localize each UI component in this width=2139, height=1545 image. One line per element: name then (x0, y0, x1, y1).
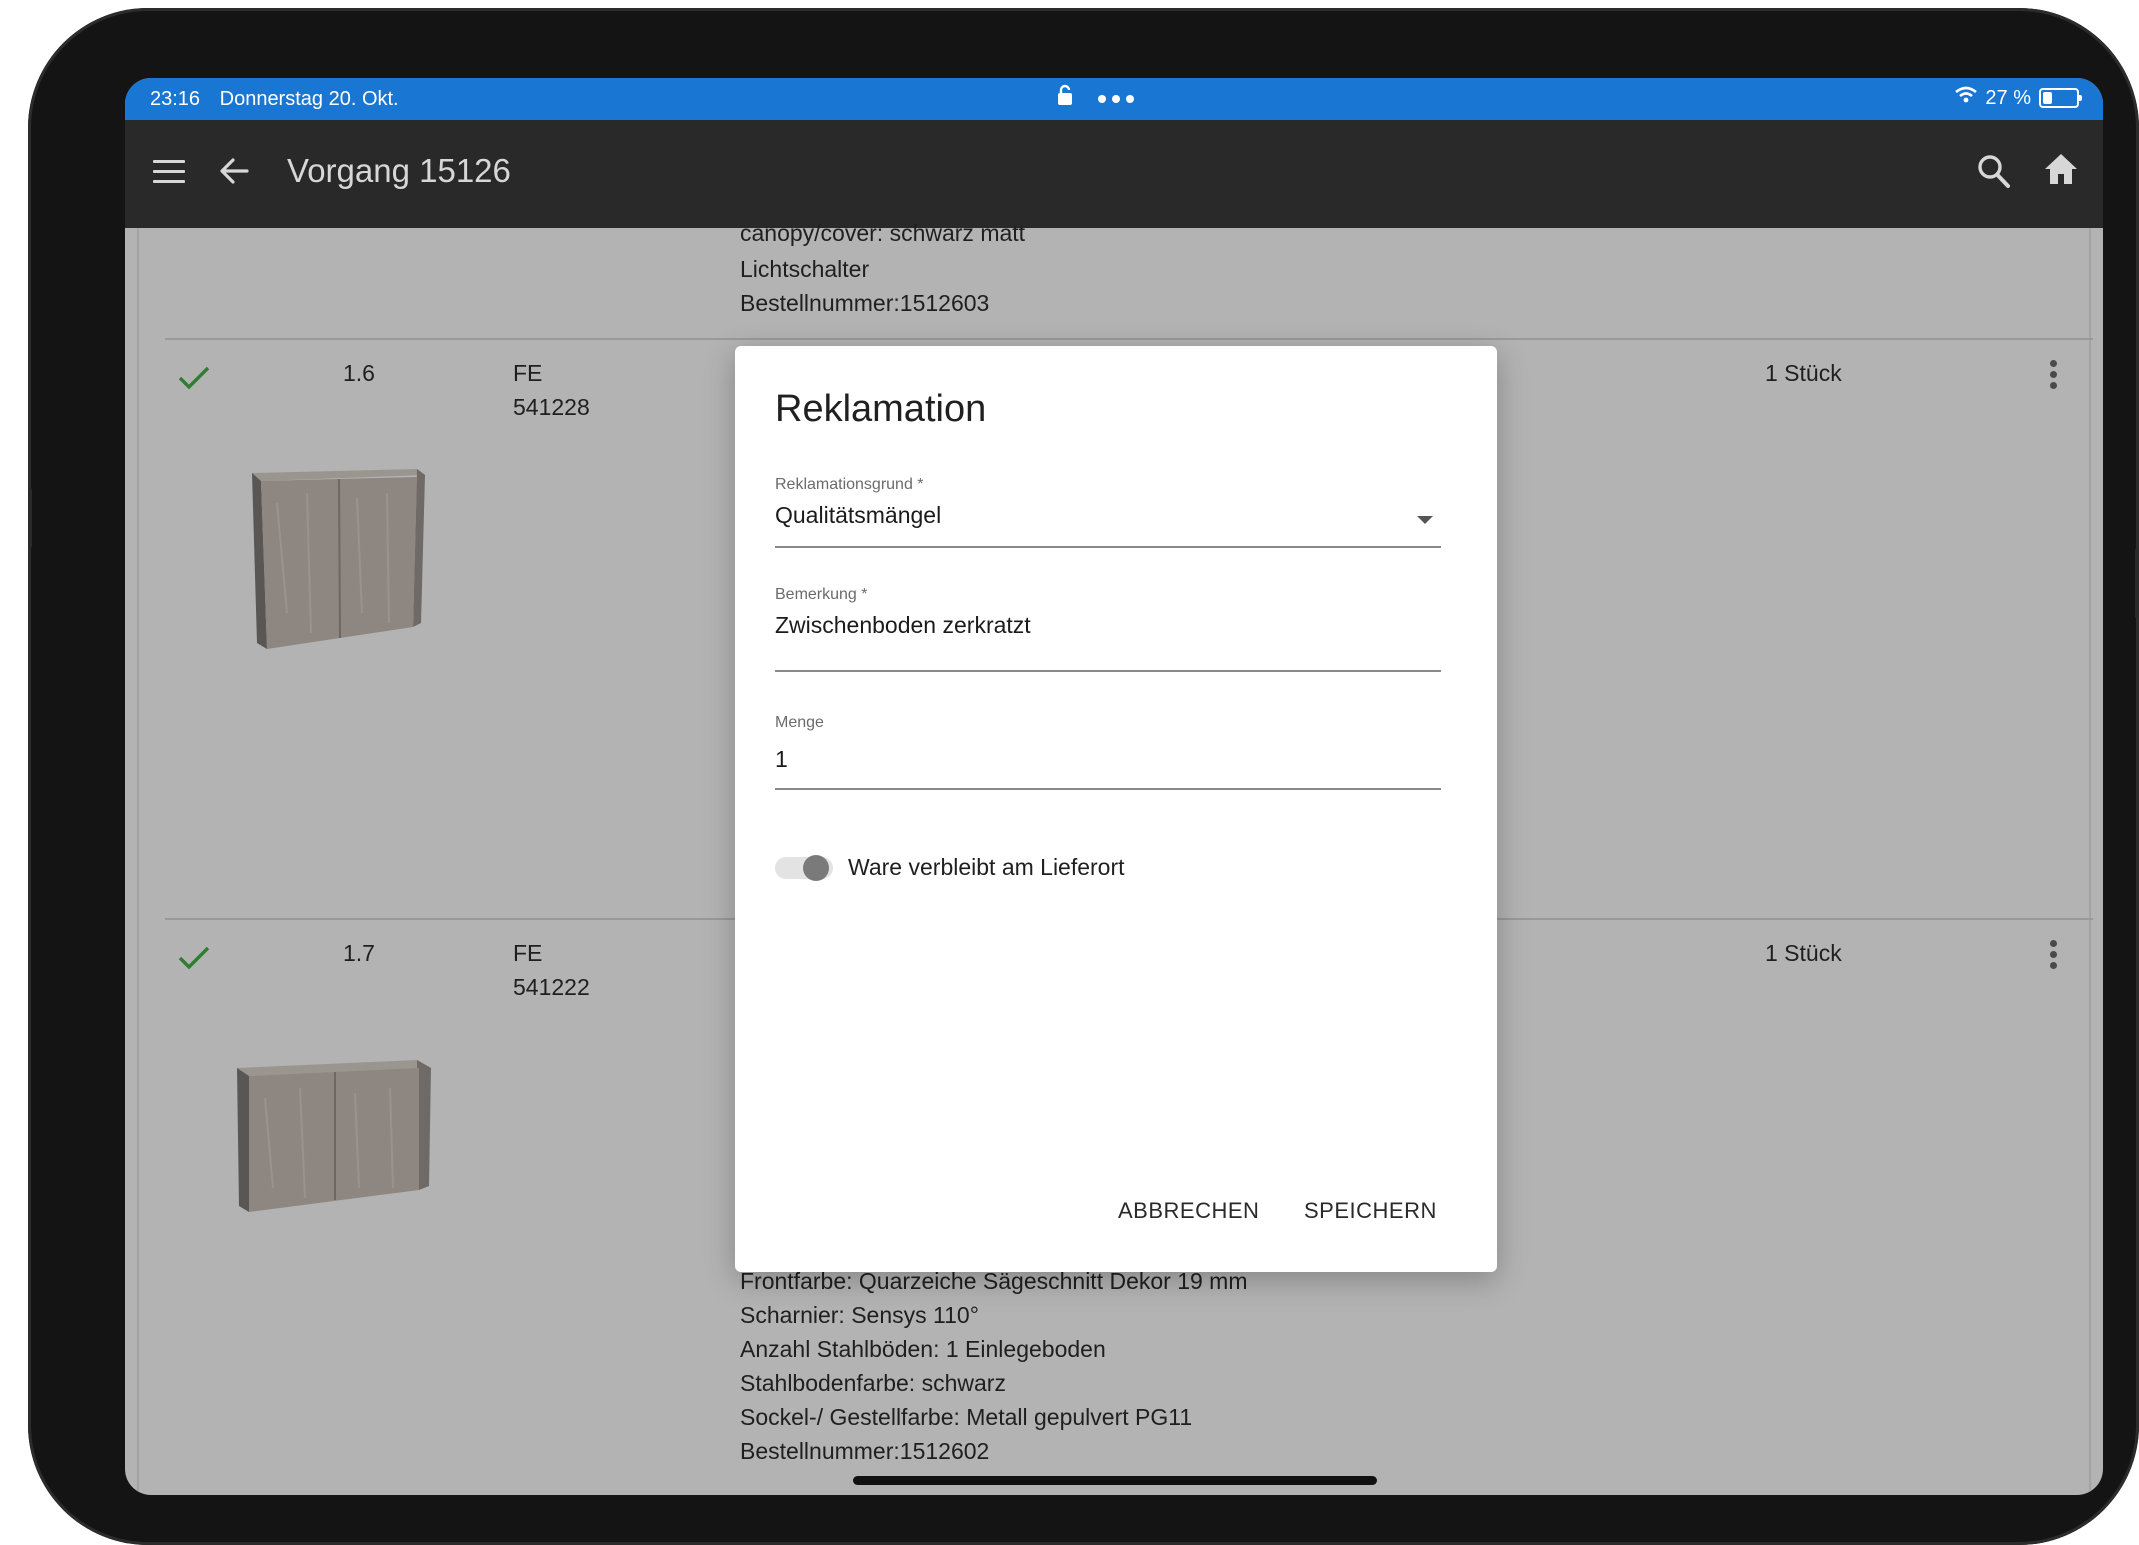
item-quantity: 1 Stück (1765, 940, 1842, 966)
item-article-number: 541222 (513, 974, 590, 1000)
row-divider (165, 338, 2093, 340)
more-dots-icon[interactable] (1097, 87, 1135, 110)
toggle-label: Ware verbleibt am Lieferort (848, 854, 1125, 880)
detail-line: Bestellnummer:1512603 (740, 290, 990, 316)
field-value: Qualitätsmängel (775, 502, 942, 528)
battery-percent: 27 % (1985, 86, 2031, 109)
detail-line: Stahlbodenfarbe: schwarz (740, 1370, 1006, 1396)
cancel-button[interactable]: ABBRECHEN (1118, 1198, 1259, 1224)
reason-select[interactable]: Reklamationsgrund * Qualitätsmängel (775, 476, 1441, 552)
item-supplier: FE (513, 940, 543, 966)
arrow-back-icon[interactable] (217, 154, 251, 193)
check-icon (177, 944, 211, 977)
check-icon (177, 364, 211, 397)
cabinet-image (247, 463, 431, 654)
app-bar: Vorgang 15126 (125, 120, 2103, 228)
item-article-number: 541228 (513, 394, 590, 420)
field-label: Reklamationsgrund * (775, 476, 924, 493)
home-indicator[interactable] (853, 1476, 1377, 1485)
detail-line: Frontfarbe: Quarzeiche Sägeschnitt Dekor… (740, 1268, 1248, 1294)
complaint-dialog: Reklamation Reklamationsgrund * Qualität… (735, 346, 1497, 1272)
item-supplier: FE (513, 360, 543, 386)
detail-line: Anzahl Stahlböden: 1 Einlegeboden (740, 1336, 1106, 1362)
detail-line: canopy/cover: schwarz matt (740, 220, 1026, 246)
item-position: 1.6 (343, 360, 375, 386)
field-value: Zwischenboden zerkratzt (775, 612, 1031, 638)
screen: 23:16 Donnerstag 20. Okt. 27 % Vorgang 1… (125, 78, 2103, 1495)
chevron-down-icon[interactable] (1417, 516, 1433, 524)
detail-line: Lichtschalter (740, 256, 870, 282)
quantity-field[interactable]: Menge 1 (775, 714, 1441, 794)
tablet-frame: 23:16 Donnerstag 20. Okt. 27 % Vorgang 1… (28, 8, 2139, 1545)
save-button[interactable]: SPEICHERN (1304, 1198, 1437, 1224)
field-value: 1 (775, 746, 788, 772)
side-button (2135, 548, 2139, 618)
wifi-icon (1955, 86, 1978, 110)
field-label: Menge (775, 714, 824, 731)
side-button (28, 488, 32, 548)
detail-line: Bestellnummer:1512602 (740, 1438, 990, 1464)
hamburger-menu-icon[interactable] (153, 160, 185, 186)
cabinet-image (235, 1058, 435, 1217)
dialog-title: Reklamation (775, 388, 987, 430)
more-vert-icon[interactable] (2050, 360, 2058, 393)
status-time: 23:16 (150, 88, 201, 110)
status-date: Donnerstag 20. Okt. (219, 88, 399, 110)
page-title: Vorgang 15126 (287, 152, 511, 189)
detail-line: Sockel-/ Gestellfarbe: Metall gepulvert … (740, 1404, 1193, 1430)
lock-icon (1057, 84, 1073, 112)
detail-line: Scharnier: Sensys 110° (740, 1302, 979, 1328)
battery-icon (2039, 88, 2082, 108)
status-bar: 23:16 Donnerstag 20. Okt. 27 % (125, 78, 2103, 120)
stays-on-site-toggle[interactable] (775, 853, 835, 881)
item-quantity: 1 Stück (1765, 360, 1842, 386)
item-position: 1.7 (343, 940, 375, 966)
remark-field[interactable]: Bemerkung * Zwischenboden zerkratzt (775, 586, 1441, 676)
field-label: Bemerkung * (775, 586, 868, 603)
search-icon[interactable] (1977, 154, 2011, 195)
more-vert-icon[interactable] (2050, 940, 2058, 973)
home-icon[interactable] (2043, 152, 2079, 191)
